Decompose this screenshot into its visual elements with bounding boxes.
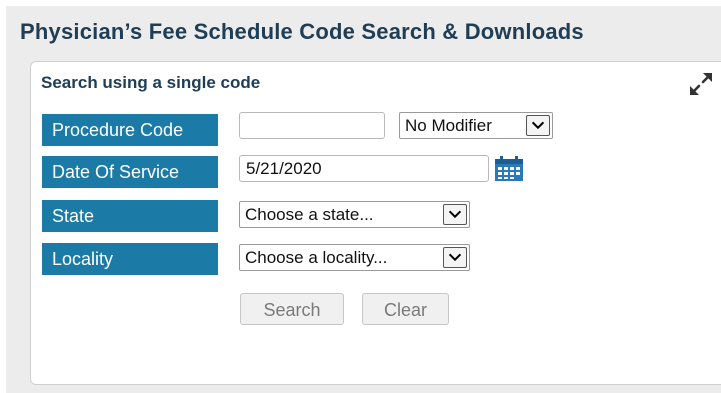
locality-select-value: Choose a locality... [245, 248, 388, 267]
single-code-search-panel: Search using a single code Procedure Cod… [30, 61, 721, 385]
expand-icon[interactable] [688, 71, 714, 97]
chevron-down-icon [443, 204, 467, 225]
modifier-select[interactable]: No Modifier [399, 112, 553, 139]
state-select[interactable]: Choose a state... [239, 201, 470, 228]
locality-label: Locality [42, 243, 218, 275]
panel-title: Search using a single code [41, 73, 261, 92]
modifier-select-value: No Modifier [405, 116, 492, 135]
calendar-icon[interactable] [494, 156, 524, 182]
date-of-service-label: Date Of Service [42, 156, 218, 188]
chevron-down-icon [443, 247, 467, 268]
procedure-code-input[interactable] [239, 112, 385, 139]
date-of-service-input[interactable] [239, 155, 489, 182]
state-label: State [42, 200, 218, 232]
page-title: Physician’s Fee Schedule Code Search & D… [20, 19, 584, 44]
chevron-down-icon [526, 115, 550, 136]
locality-select[interactable]: Choose a locality... [239, 244, 470, 271]
procedure-code-label: Procedure Code [42, 114, 218, 146]
search-button[interactable]: Search [240, 293, 344, 325]
state-select-value: Choose a state... [245, 205, 374, 224]
clear-button[interactable]: Clear [362, 293, 449, 325]
